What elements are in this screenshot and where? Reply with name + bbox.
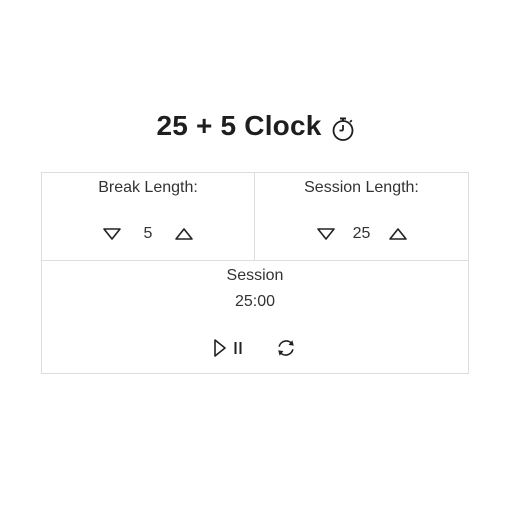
time-left-display: 25:00 [234, 293, 276, 310]
start-stop-button[interactable] [213, 338, 245, 358]
triangle-down-icon [316, 228, 335, 240]
break-length-panel: Break Length: 5 [41, 172, 255, 261]
session-increment-button[interactable] [387, 223, 409, 245]
timer-label: Session [226, 267, 284, 284]
break-length-label: Break Length: [98, 179, 198, 196]
pause-icon [234, 342, 242, 354]
break-length-controls: 5 [42, 221, 254, 247]
triangle-down-icon [103, 228, 121, 240]
session-length-controls: 25 [255, 221, 468, 247]
session-length-panel: Session Length: 25 [254, 172, 469, 261]
break-increment-button[interactable] [173, 223, 195, 245]
app-title: 25 + 5 Clock [156, 110, 322, 141]
timer-panel: Session 25:00 [41, 260, 469, 374]
app-header: 25 + 5 Clock [0, 106, 512, 146]
reset-button[interactable] [275, 337, 297, 359]
refresh-icon [278, 340, 294, 356]
stopwatch-icon [330, 116, 356, 142]
break-decrement-button[interactable] [101, 223, 123, 245]
timer-controls [42, 336, 468, 360]
break-length-value: 5 [143, 225, 153, 242]
triangle-up-icon [388, 228, 407, 240]
pomodoro-clock-page: 25 + 5 Clock Break Length: 5 Session Len… [0, 0, 512, 512]
session-length-label: Session Length: [304, 179, 419, 196]
session-length-value: 25 [352, 225, 371, 242]
play-icon [214, 339, 226, 357]
session-decrement-button[interactable] [315, 223, 337, 245]
triangle-up-icon [175, 228, 193, 240]
